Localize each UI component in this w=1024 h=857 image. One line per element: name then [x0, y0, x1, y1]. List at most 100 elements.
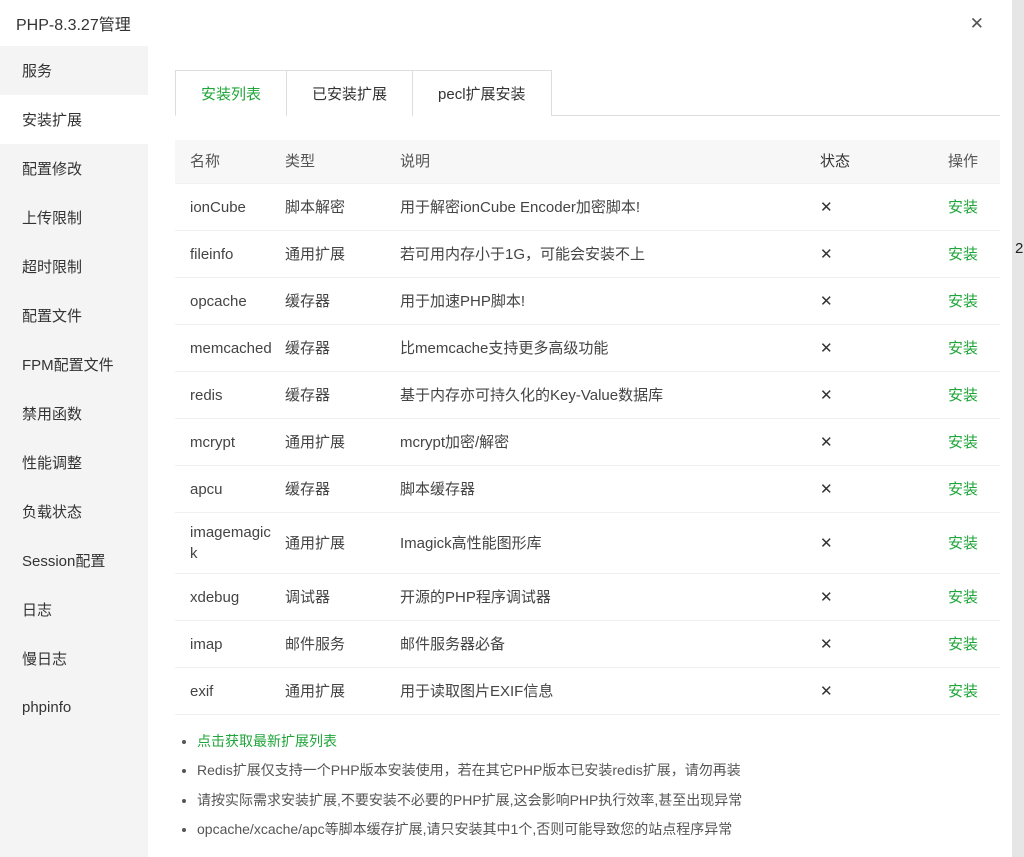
extension-type: 通用扩展: [285, 524, 400, 563]
status-not-installed-icon: ✕: [820, 282, 940, 321]
install-link[interactable]: 安装: [948, 636, 978, 653]
install-link[interactable]: 安装: [948, 246, 978, 263]
sidebar-item[interactable]: 服务: [0, 46, 148, 95]
action-cell: 安装: [940, 423, 1000, 462]
extension-type: 缓存器: [285, 282, 400, 321]
action-cell: 安装: [940, 235, 1000, 274]
php-manager-window: PHP-8.3.27管理 ✕ 服务 安装扩展 配置修改 上传限制: [0, 0, 1012, 857]
sidebar-item[interactable]: 上传限制: [0, 193, 148, 242]
window-body: 服务 安装扩展 配置修改 上传限制 超时限制 配置: [0, 46, 1012, 857]
tab-label: 已安装扩展: [312, 83, 387, 104]
extension-description: 开源的PHP程序调试器: [400, 578, 820, 617]
status-not-installed-icon: ✕: [820, 470, 940, 509]
header-type: 类型: [285, 142, 400, 181]
sidebar-item[interactable]: 超时限制: [0, 242, 148, 291]
sidebar-item-label: 安装扩展: [22, 109, 82, 130]
tab[interactable]: 安装列表: [175, 70, 287, 116]
note-item: Redis扩展仅支持一个PHP版本安装使用，若在其它PHP版本已安装redis扩…: [197, 760, 1000, 780]
extension-description: 比memcache支持更多高级功能: [400, 329, 820, 368]
action-cell: 安装: [940, 470, 1000, 509]
tab[interactable]: pecl扩展安装: [412, 70, 552, 116]
window-title: PHP-8.3.27管理: [16, 11, 131, 35]
status-not-installed-icon: ✕: [820, 672, 940, 711]
install-link[interactable]: 安装: [948, 387, 978, 404]
action-cell: 安装: [940, 625, 1000, 664]
extension-name: ionCube: [175, 188, 285, 227]
extension-name: imagemagick: [175, 513, 285, 573]
extension-name: mcrypt: [175, 423, 285, 462]
table-row: opcache 缓存器 用于加速PHP脚本! ✕ 安装: [175, 278, 1000, 325]
sidebar-item-label: 服务: [22, 60, 52, 81]
sidebar-item-label: 超时限制: [22, 256, 82, 277]
table-row: memcached 缓存器 比memcache支持更多高级功能 ✕ 安装: [175, 325, 1000, 372]
sidebar-item-label: FPM配置文件: [22, 354, 114, 375]
install-link[interactable]: 安装: [948, 434, 978, 451]
table-row: imagemagick 通用扩展 Imagick高性能图形库 ✕ 安装: [175, 513, 1000, 574]
sidebar-item[interactable]: 负载状态: [0, 487, 148, 536]
install-link[interactable]: 安装: [948, 293, 978, 310]
tab[interactable]: 已安装扩展: [286, 70, 413, 116]
close-icon[interactable]: ✕: [970, 15, 984, 32]
table-row: exif 通用扩展 用于读取图片EXIF信息 ✕ 安装: [175, 668, 1000, 715]
extension-type: 缓存器: [285, 470, 400, 509]
install-link[interactable]: 安装: [948, 535, 978, 552]
status-not-installed-icon: ✕: [820, 625, 940, 664]
extension-description: 基于内存亦可持久化的Key-Value数据库: [400, 376, 820, 415]
table-row: fileinfo 通用扩展 若可用内存小于1G，可能会安装不上 ✕ 安装: [175, 231, 1000, 278]
install-link[interactable]: 安装: [948, 589, 978, 606]
tab-label: pecl扩展安装: [438, 83, 526, 104]
table-row: imap 邮件服务 邮件服务器必备 ✕ 安装: [175, 621, 1000, 668]
sidebar-item[interactable]: 日志: [0, 585, 148, 634]
sidebar-item[interactable]: 慢日志: [0, 634, 148, 683]
extension-type: 通用扩展: [285, 235, 400, 274]
action-cell: 安装: [940, 188, 1000, 227]
sidebar-item-label: phpinfo: [22, 699, 71, 716]
extension-description: 用于加速PHP脚本!: [400, 282, 820, 321]
extension-description: Imagick高性能图形库: [400, 524, 820, 563]
install-link[interactable]: 安装: [948, 199, 978, 216]
header-status: 状态: [820, 142, 940, 181]
extension-name: redis: [175, 376, 285, 415]
install-link[interactable]: 安装: [948, 481, 978, 498]
extension-type: 调试器: [285, 578, 400, 617]
sidebar-item[interactable]: 禁用函数: [0, 389, 148, 438]
status-not-installed-icon: ✕: [820, 329, 940, 368]
extension-type: 邮件服务: [285, 625, 400, 664]
status-not-installed-icon: ✕: [820, 235, 940, 274]
extension-description: 用于读取图片EXIF信息: [400, 672, 820, 711]
install-link[interactable]: 安装: [948, 683, 978, 700]
header-name: 名称: [175, 142, 285, 181]
table-row: apcu 缓存器 脚本缓存器 ✕ 安装: [175, 466, 1000, 513]
extension-name: exif: [175, 672, 285, 711]
main-content: 安装列表 已安装扩展 pecl扩展安装 名称 类型 说明 状态: [148, 46, 1012, 857]
sidebar-item[interactable]: 安装扩展: [0, 95, 148, 144]
extension-type: 缓存器: [285, 376, 400, 415]
status-not-installed-icon: ✕: [820, 524, 940, 563]
action-cell: 安装: [940, 282, 1000, 321]
extension-name: opcache: [175, 282, 285, 321]
extension-description: 脚本缓存器: [400, 470, 820, 509]
action-cell: 安装: [940, 578, 1000, 617]
extensions-table: 名称 类型 说明 状态 操作 ionCube 脚本解密 用于解密ionCube …: [175, 140, 1000, 715]
sidebar-item-label: Session配置: [22, 550, 105, 571]
sidebar-item-label: 性能调整: [22, 452, 82, 473]
sidebar-item-label: 配置文件: [22, 305, 82, 326]
extension-name: xdebug: [175, 578, 285, 617]
action-cell: 安装: [940, 524, 1000, 563]
sidebar-item[interactable]: Session配置: [0, 536, 148, 585]
table-row: redis 缓存器 基于内存亦可持久化的Key-Value数据库 ✕ 安装: [175, 372, 1000, 419]
note-item: opcache/xcache/apc等脚本缓存扩展,请只安装其中1个,否则可能导…: [197, 819, 1000, 839]
table-row: ionCube 脚本解密 用于解密ionCube Encoder加密脚本! ✕ …: [175, 184, 1000, 231]
install-link[interactable]: 安装: [948, 340, 978, 357]
note-text[interactable]: 点击获取最新扩展列表: [197, 733, 337, 749]
sidebar-item[interactable]: FPM配置文件: [0, 340, 148, 389]
sidebar-item[interactable]: 性能调整: [0, 438, 148, 487]
extension-name: fileinfo: [175, 235, 285, 274]
sidebar-item-label: 负载状态: [22, 501, 82, 522]
action-cell: 安装: [940, 329, 1000, 368]
status-not-installed-icon: ✕: [820, 578, 940, 617]
tab-bar: 安装列表 已安装扩展 pecl扩展安装: [175, 70, 1000, 116]
sidebar-item[interactable]: 配置修改: [0, 144, 148, 193]
sidebar-item[interactable]: 配置文件: [0, 291, 148, 340]
sidebar-item[interactable]: phpinfo: [0, 683, 148, 732]
